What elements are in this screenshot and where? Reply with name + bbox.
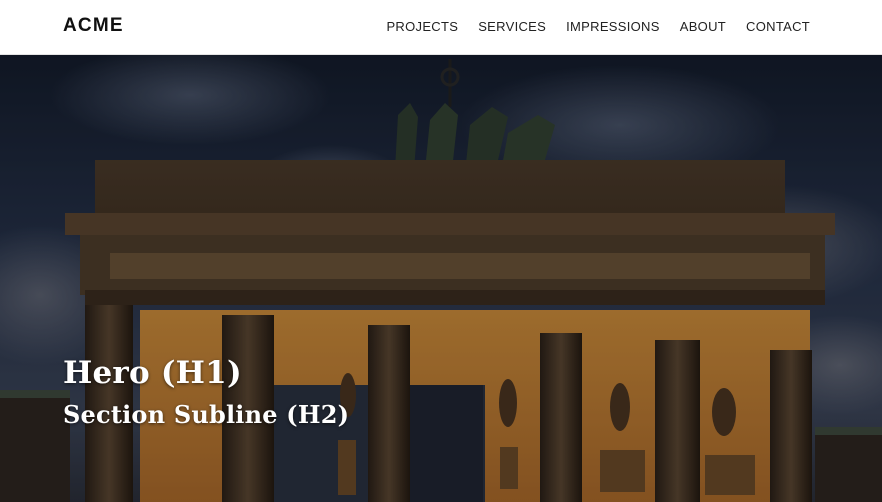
hero-title: Hero (H1): [63, 355, 242, 391]
nav-item-contact[interactable]: CONTACT: [746, 19, 810, 34]
nav-item-impressions[interactable]: IMPRESSIONS: [566, 19, 660, 34]
nav-item-services[interactable]: SERVICES: [478, 19, 546, 34]
main-nav: PROJECTS SERVICES IMPRESSIONS ABOUT CONT…: [386, 19, 810, 34]
hero-subline: Section Subline (H2): [63, 400, 350, 429]
hero-background-image: [0, 55, 882, 502]
nav-item-projects[interactable]: PROJECTS: [386, 19, 458, 34]
site-logo[interactable]: ACME: [63, 15, 124, 37]
nav-item-about[interactable]: ABOUT: [680, 19, 726, 34]
hero-section: Hero (H1) Section Subline (H2): [0, 55, 882, 502]
site-header: ACME PROJECTS SERVICES IMPRESSIONS ABOUT…: [0, 0, 882, 55]
